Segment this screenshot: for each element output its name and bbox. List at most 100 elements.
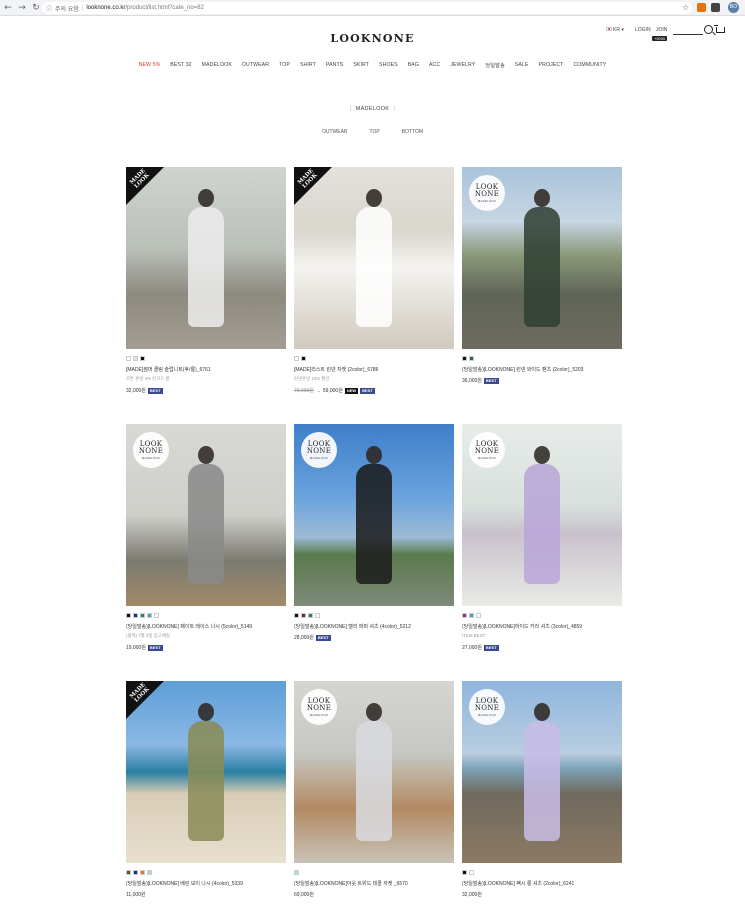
url-text: looknone.co.kr/product/list.html?cate_no… bbox=[86, 5, 204, 11]
info-icon[interactable]: ⓘ bbox=[46, 4, 52, 13]
menu-item-project[interactable]: PROJECT bbox=[539, 62, 564, 69]
login-link[interactable]: LOGIN bbox=[635, 27, 651, 33]
reload-icon[interactable]: ↻ bbox=[30, 2, 42, 14]
best-tag: BEST bbox=[315, 634, 331, 641]
color-swatch bbox=[301, 613, 306, 618]
subcat-bottom[interactable]: BOTTOM bbox=[402, 129, 423, 135]
product-card[interactable]: LOOK NONE MADELOOK (당일발송)[LOOKNONE] 팩시 롱 셔츠… bbox=[462, 681, 622, 913]
sale-price: 32,000원 bbox=[462, 892, 482, 898]
color-swatches bbox=[462, 613, 481, 619]
product-name[interactable]: (당일발송)[LOOKNONE] 팩시 롱 셔츠 (2color)_6241 bbox=[462, 880, 574, 887]
product-name[interactable]: (당일발송)[LOOKNONE] 델리 퍼퍼 셔츠 (4color)_5212 bbox=[294, 623, 411, 630]
product-name[interactable]: (당일발송)[LOOKNONE] 베린 보이 나시 (4color)_5339 bbox=[126, 880, 243, 887]
site-logo[interactable]: LOOKNONE bbox=[0, 32, 745, 45]
menu-item-community[interactable]: COMMUNITY bbox=[573, 62, 606, 69]
color-swatch bbox=[126, 356, 131, 361]
price-row: 27,000원 BEST bbox=[462, 644, 499, 651]
extension-icon[interactable] bbox=[711, 3, 720, 12]
bookmark-star-icon[interactable]: ☆ bbox=[682, 3, 689, 12]
product-name[interactable]: (당일발송)[LOOKNONE]아웃 트위드 데콜 자켓 _6570 bbox=[294, 880, 408, 887]
product-card[interactable]: LOOK NONE MADELOOK (당일발송)[LOOKNONE] 페이트 레이스… bbox=[126, 424, 286, 656]
menu-item-shoes[interactable]: SHOES bbox=[379, 62, 398, 69]
looknone-circle-badge: LOOK NONE MADELOOK bbox=[469, 689, 505, 725]
menu-item-acc[interactable]: ACC bbox=[429, 62, 440, 69]
menu-item-bag[interactable]: BAG bbox=[408, 62, 419, 69]
product-name[interactable]: [MADE]리스트 린넨 자켓 (2color)_6786 bbox=[294, 366, 378, 373]
color-swatch bbox=[469, 870, 474, 875]
menu-item-same-day[interactable]: 당일발송 bbox=[485, 62, 505, 69]
product-description: 코튼 혼방 3% 린코드 롱 bbox=[126, 376, 170, 381]
best-tag: BEST bbox=[147, 644, 163, 651]
product-image[interactable]: LOOK NONE MADELOOK bbox=[294, 681, 454, 863]
product-card[interactable]: LOOK NONE MADELOOK (당일발송)[LOOKNONE]아웃 트위드 데… bbox=[294, 681, 454, 913]
menu-item-skirt[interactable]: SKIRT bbox=[353, 62, 369, 69]
model-head bbox=[366, 703, 382, 721]
product-description: (블랙) 7월 3일 입고예정 bbox=[126, 633, 170, 638]
model-figure bbox=[524, 703, 560, 841]
product-image[interactable]: LOOK NONE MADELOOK bbox=[462, 424, 622, 606]
product-card[interactable]: MADE LOOK [MADE]썸머 클링 슬럽니트(후/롱)_6761 코튼 혼방… bbox=[126, 167, 286, 399]
color-swatch bbox=[462, 356, 467, 361]
product-image[interactable]: MADE LOOK bbox=[294, 167, 454, 349]
menu-item-new[interactable]: NEW 5% bbox=[139, 62, 161, 69]
subcat-outwear[interactable]: OUTWEAR bbox=[322, 129, 348, 135]
looknone-circle-badge: LOOK NONE MADELOOK bbox=[469, 432, 505, 468]
color-swatches bbox=[462, 870, 474, 876]
product-card[interactable]: LOOK NONE MADELOOK (당일발송)[LOOKNONE]하이드 카라 셔… bbox=[462, 424, 622, 656]
color-swatches bbox=[294, 356, 306, 362]
best-tag: BEST bbox=[360, 387, 375, 394]
color-swatch bbox=[133, 356, 138, 361]
product-name[interactable]: (당일발송)[LOOKNONE] 페이트 레이스 나시 (5color)_514… bbox=[126, 623, 252, 630]
model-figure bbox=[356, 703, 392, 841]
product-image[interactable]: LOOK NONE MADELOOK bbox=[294, 424, 454, 606]
back-icon[interactable]: ← bbox=[2, 2, 14, 14]
badge-text: NONE bbox=[474, 703, 500, 712]
search-input[interactable] bbox=[673, 34, 703, 35]
profile-avatar[interactable]: BO bbox=[728, 2, 739, 13]
extension-icon[interactable] bbox=[697, 3, 706, 12]
product-image[interactable]: LOOK NONE MADELOOK bbox=[126, 424, 286, 606]
join-link[interactable]: JOIN bbox=[656, 27, 667, 33]
color-swatch bbox=[133, 613, 138, 618]
subcategory-nav: OUTWEAR TOP BOTTOM bbox=[0, 129, 745, 135]
menu-item-top[interactable]: TOP bbox=[279, 62, 290, 69]
forward-icon[interactable]: → bbox=[16, 2, 28, 14]
color-swatch bbox=[469, 356, 474, 361]
price-row: 28,000원 BEST bbox=[294, 634, 331, 641]
menu-item-madelook[interactable]: MADELOOK bbox=[202, 62, 232, 69]
menu-item-pants[interactable]: PANTS bbox=[326, 62, 343, 69]
product-image[interactable]: LOOK NONE MADELOOK bbox=[462, 681, 622, 863]
search-icon[interactable] bbox=[704, 25, 713, 34]
badge-text: NONE bbox=[306, 703, 332, 712]
product-name[interactable]: [MADE]썸머 클링 슬럽니트(후/롱)_6761 bbox=[126, 366, 211, 373]
menu-item-sale[interactable]: SALE bbox=[515, 62, 529, 69]
color-swatches bbox=[126, 356, 145, 362]
menu-item-best[interactable]: BEST 32 bbox=[170, 62, 191, 69]
product-name[interactable]: (당일발송)[LOOKNONE] 린넨 와이드 팬츠 (2color)_5203 bbox=[462, 366, 583, 373]
model-figure bbox=[524, 446, 560, 584]
product-card[interactable]: MADE LOOK [MADE]리스트 린넨 자켓 (2color)_6786 린넨… bbox=[294, 167, 454, 399]
sale-price: 11,000원 bbox=[126, 892, 146, 898]
sale-price: 36,000원 bbox=[462, 378, 482, 384]
product-image[interactable]: MADE LOOK bbox=[126, 681, 286, 863]
price-row: 32,000원 bbox=[462, 891, 482, 898]
product-card[interactable]: LOOK NONE MADELOOK (당일발송)[LOOKNONE] 델리 퍼퍼 셔… bbox=[294, 424, 454, 656]
color-swatch bbox=[140, 870, 145, 875]
cart-icon[interactable] bbox=[714, 25, 725, 33]
sale-price: 32,000원 bbox=[126, 388, 146, 394]
subcat-top[interactable]: TOP bbox=[370, 129, 380, 135]
product-image[interactable]: MADE LOOK bbox=[126, 167, 286, 349]
menu-item-shirt[interactable]: SHIRT bbox=[300, 62, 316, 69]
model-head bbox=[534, 703, 550, 721]
product-card[interactable]: LOOK NONE MADELOOK (당일발송)[LOOKNONE] 린넨 와이드 … bbox=[462, 167, 622, 399]
menu-item-outwear[interactable]: OUTWEAR bbox=[242, 62, 269, 69]
model-head bbox=[534, 189, 550, 207]
sale-price: 19,000원 bbox=[126, 645, 146, 651]
product-image[interactable]: LOOK NONE MADELOOK bbox=[462, 167, 622, 349]
product-card[interactable]: MADE LOOK (당일발송)[LOOKNONE] 베린 보이 나시 (4col… bbox=[126, 681, 286, 913]
language-selector[interactable]: KR ▾ bbox=[606, 27, 624, 33]
menu-item-jewelry[interactable]: JEWELRY bbox=[450, 62, 475, 69]
address-bar[interactable]: ⓘ 주의 요함 | looknone.co.kr/product/list.ht… bbox=[42, 2, 692, 14]
badge-text: NONE bbox=[138, 446, 164, 455]
product-name[interactable]: (당일발송)[LOOKNONE]하이드 카라 셔츠 (3color)_4859 bbox=[462, 623, 582, 630]
